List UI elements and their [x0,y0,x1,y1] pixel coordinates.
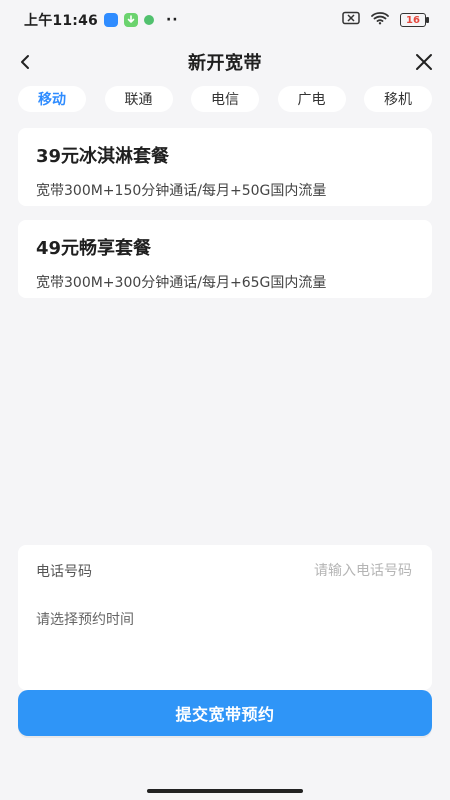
booking-form: 电话号码 请选择预约时间 [18,545,432,690]
plans-list: 39元冰淇淋套餐 宽带300M+150分钟通话/每月+50G国内流量 49元畅享… [18,128,432,312]
page-title: 新开宽带 [188,53,262,74]
appointment-time-picker[interactable]: 请选择预约时间 [36,609,414,629]
plan-title: 49元畅享套餐 [36,238,152,259]
sim-blocked-icon [342,11,360,29]
phone-input[interactable] [250,562,414,580]
operator-tabs: 移动 联通 电信 广电 移机 [0,86,450,114]
header: 新开宽带 [0,40,450,84]
battery-level: 16 [406,14,420,26]
tab-mobile[interactable]: 移动 [18,86,86,112]
plan-card-49[interactable]: 49元畅享套餐 宽带300M+300分钟通话/每月+65G国内流量 [18,220,432,298]
phone-label: 电话号码 [36,564,92,580]
plan-card-39[interactable]: 39元冰淇淋套餐 宽带300M+150分钟通话/每月+50G国内流量 [18,128,432,206]
blue-app-icon [103,13,118,27]
status-time: 上午11:46 [24,13,98,29]
green-dot-icon [143,15,154,25]
home-indicator [147,789,303,793]
green-download-icon [123,13,138,27]
tab-broadcast[interactable]: 广电 [277,86,346,112]
status-right: 16 [342,11,429,29]
close-icon[interactable] [410,48,438,76]
more-dots-icon: ·· [165,12,179,28]
phone-row: 电话号码 [36,561,414,581]
plan-title: 39元冰淇淋套餐 [36,146,170,167]
tab-unicom[interactable]: 联通 [104,86,173,112]
status-left: 上午11:46 ·· [24,10,179,30]
plan-desc: 宽带300M+300分钟通话/每月+65G国内流量 [36,275,327,291]
submit-button[interactable]: 提交宽带预约 [18,690,432,736]
back-icon[interactable] [12,48,40,76]
tab-telecom[interactable]: 电信 [191,86,259,112]
plan-desc: 宽带300M+150分钟通话/每月+50G国内流量 [36,183,327,199]
battery-icon: 16 [400,13,429,27]
status-bar: 上午11:46 ·· 16 [0,0,450,40]
tab-relocate[interactable]: 移机 [364,86,432,112]
wifi-icon [370,11,390,29]
